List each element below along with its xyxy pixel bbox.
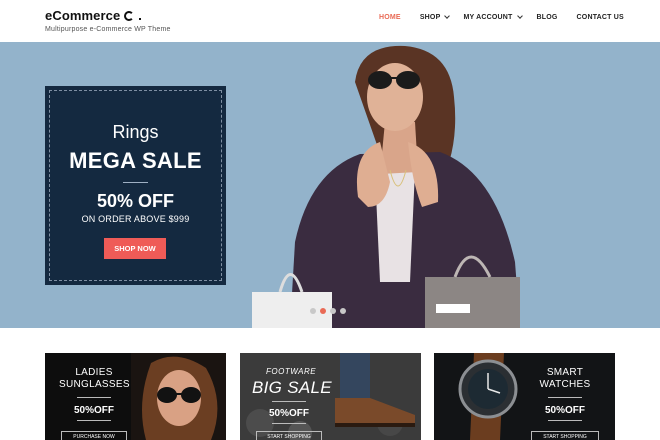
card-divider xyxy=(272,423,306,424)
hero-model-image xyxy=(252,45,520,328)
slider-dot-2[interactable] xyxy=(320,308,326,314)
nav-home[interactable]: HOME xyxy=(379,14,401,21)
site-branding[interactable]: eCommerce Multipurpose e-Commerce WP The… xyxy=(45,8,171,33)
nav-home-label: HOME xyxy=(379,14,401,21)
slider-pagination xyxy=(310,308,350,314)
brand-logo-dot-icon xyxy=(139,17,142,20)
card-discount: 50%OFF xyxy=(73,405,114,416)
card-divider xyxy=(548,397,582,398)
nav-my-account[interactable]: MY ACCOUNT xyxy=(463,13,523,21)
card-subtitle: FOOTWARE xyxy=(266,367,317,376)
hero-slider[interactable]: Rings MEGA SALE 50% OFF ON ORDER ABOVE $… xyxy=(0,42,660,328)
nav-blog[interactable]: BLOG xyxy=(537,14,558,21)
card-discount: 50%OFF xyxy=(268,408,309,419)
slider-dot-4[interactable] xyxy=(340,308,346,314)
category-cards: LADIES SUNGLASSES 50%OFF PURCHASE NOW FO… xyxy=(0,353,660,440)
card-sunglasses-image xyxy=(131,353,226,440)
purchase-now-button[interactable]: PURCHASE NOW xyxy=(61,431,127,440)
brand-logo[interactable]: eCommerce xyxy=(45,8,171,23)
chevron-down-icon xyxy=(516,13,523,19)
card-divider xyxy=(77,420,111,421)
card-divider xyxy=(272,401,306,402)
card-title: BIG SALE xyxy=(252,378,332,397)
promo-condition: ON ORDER ABOVE $999 xyxy=(81,214,190,224)
start-shopping-button[interactable]: START SHOPPING xyxy=(256,431,322,440)
promo-discount: 50% OFF xyxy=(96,191,175,211)
promo-headline: MEGA SALE xyxy=(69,148,202,173)
slider-dot-1[interactable] xyxy=(310,308,316,314)
card-divider xyxy=(548,420,582,421)
card-discount: 50%OFF xyxy=(544,405,585,416)
card-divider xyxy=(77,397,111,398)
nav-my-account-label: MY ACCOUNT xyxy=(463,14,513,21)
nav-blog-label: BLOG xyxy=(536,14,558,21)
main-nav: HOME SHOP MY ACCOUNT BLOG CONTACT US xyxy=(379,13,624,21)
nav-shop[interactable]: SHOP xyxy=(419,13,451,21)
card-footware-big-sale[interactable]: FOOTWARE BIG SALE 50%OFF START SHOPPING xyxy=(240,353,421,440)
card-title: SMART WATCHES xyxy=(539,367,591,390)
chevron-down-icon xyxy=(444,13,451,19)
promo-category: Rings xyxy=(112,122,159,142)
nav-shop-label: SHOP xyxy=(419,14,441,21)
slider-dot-3[interactable] xyxy=(330,308,336,314)
brand-name: eCommerce xyxy=(45,8,121,23)
card-ladies-sunglasses[interactable]: LADIES SUNGLASSES 50%OFF PURCHASE NOW xyxy=(45,353,226,440)
brand-logo-mark-icon xyxy=(124,10,135,21)
nav-contact-us[interactable]: CONTACT US xyxy=(577,14,624,21)
shop-now-button[interactable]: SHOP NOW xyxy=(104,238,166,259)
card-title: LADIES SUNGLASSES xyxy=(59,367,130,390)
promo-divider xyxy=(123,182,148,183)
card-smart-watches[interactable]: SMART WATCHES 50%OFF START SHOPPING xyxy=(434,353,615,440)
site-header: eCommerce Multipurpose e-Commerce WP The… xyxy=(0,0,660,42)
promo-box: Rings MEGA SALE 50% OFF ON ORDER ABOVE $… xyxy=(45,86,226,285)
brand-tagline: Multipurpose e-Commerce WP Theme xyxy=(45,26,171,33)
nav-contact-us-label: CONTACT US xyxy=(576,14,624,21)
start-shopping-button[interactable]: START SHOPPING xyxy=(531,431,599,440)
